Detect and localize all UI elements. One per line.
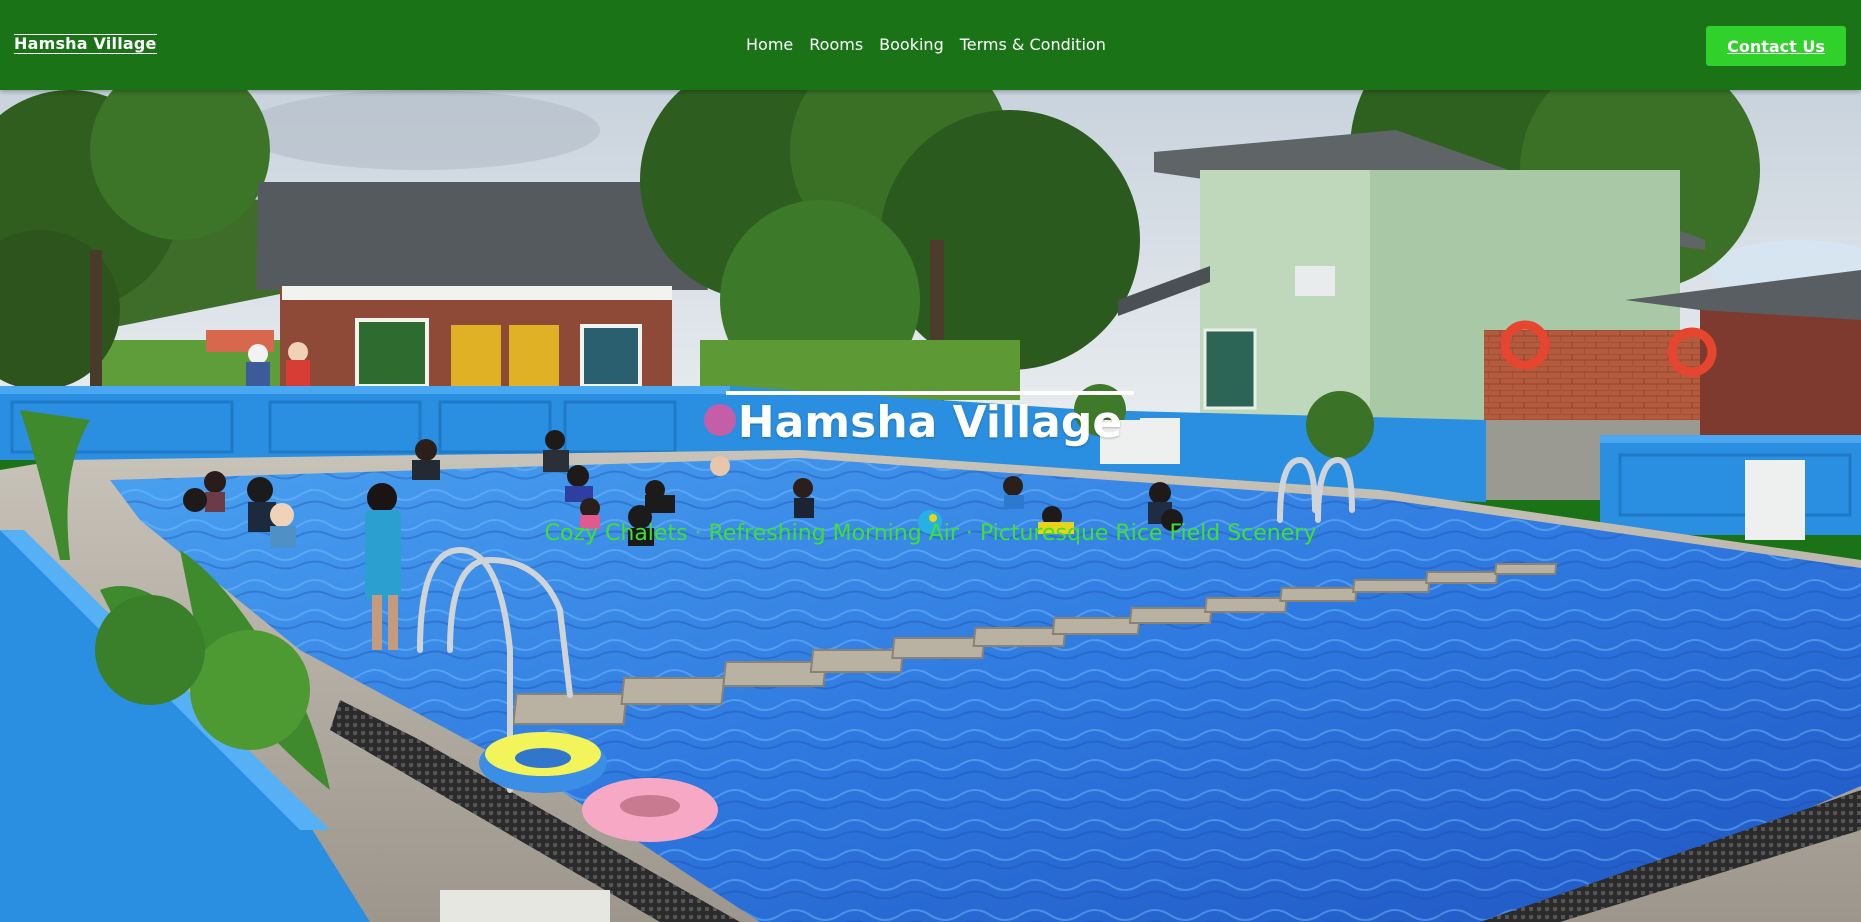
main-nav: Home Rooms Booking Terms & Condition (746, 34, 1106, 56)
hero-background-image (0, 90, 1861, 922)
nav-rooms[interactable]: Rooms (809, 34, 863, 56)
logo-link[interactable]: Hamsha Village (14, 34, 157, 54)
hero-section: Hamsha Village Cozy Chalets · Refreshing… (0, 90, 1861, 922)
nav-terms[interactable]: Terms & Condition (960, 34, 1106, 56)
contact-us-button[interactable]: Contact Us (1706, 26, 1846, 66)
site-header: Hamsha Village Home Rooms Booking Terms … (0, 0, 1861, 90)
nav-home[interactable]: Home (746, 34, 793, 56)
nav-booking[interactable]: Booking (879, 34, 944, 56)
